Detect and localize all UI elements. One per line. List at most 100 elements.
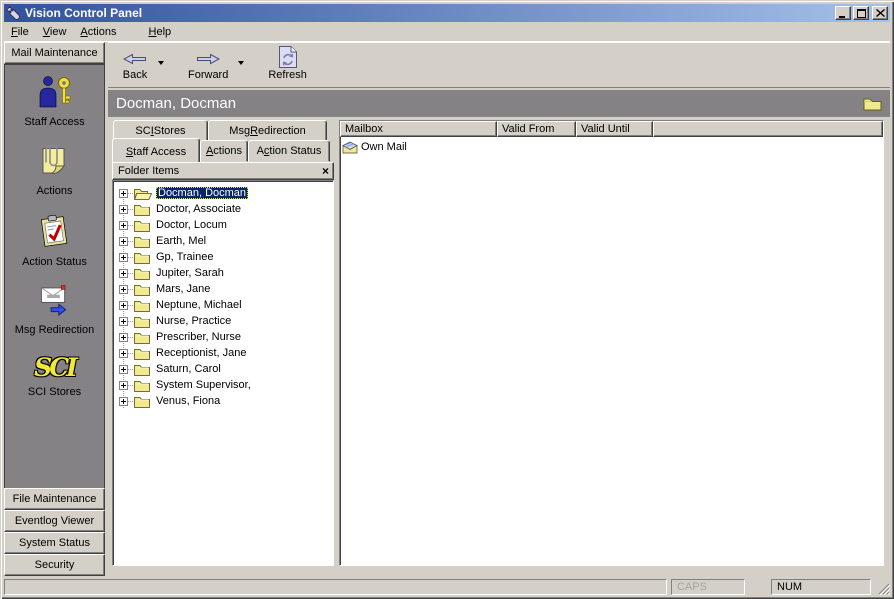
menu-item-actions[interactable]: Actions xyxy=(73,24,123,40)
eventlog-viewer-button[interactable]: Eventlog Viewer xyxy=(4,510,105,532)
tab-panel: SCI Stores Msg Redirection Staff Access … xyxy=(112,120,334,566)
toolbar: Back Forward xyxy=(108,42,890,88)
sidebar-item-label: Actions xyxy=(36,185,72,197)
minimize-button[interactable] xyxy=(835,6,851,20)
expand-icon[interactable] xyxy=(119,189,128,198)
titlebar[interactable]: Vision Control Panel xyxy=(4,4,890,22)
close-button[interactable] xyxy=(872,6,888,20)
tree-item-label: Saturn, Carol xyxy=(154,363,223,375)
tree-item-label: Doctor, Associate xyxy=(154,203,243,215)
menu-item-file[interactable]: File xyxy=(4,24,36,40)
tree-item-label: Earth, Mel xyxy=(154,235,208,247)
tree-connector xyxy=(128,193,133,194)
tree-item[interactable]: Earth, Mel xyxy=(113,233,333,249)
tree-item[interactable]: Neptune, Michael xyxy=(113,297,333,313)
list-cell-mailbox: Own Mail xyxy=(361,141,407,153)
sidebar-item-msg-redirection[interactable]: Msg Redirection xyxy=(15,285,94,336)
folder-icon xyxy=(134,347,150,360)
sidebar: Mail Maintenance Sta xyxy=(4,42,105,576)
page-title: Docman, Docman xyxy=(116,95,863,112)
tab-actions[interactable]: Actions xyxy=(200,140,248,162)
expand-icon[interactable] xyxy=(119,285,128,294)
folder-icon xyxy=(134,283,150,296)
back-icon xyxy=(122,49,148,69)
column-header-valid-from[interactable]: Valid From xyxy=(497,121,576,137)
sidebar-item-sci-stores[interactable]: SCI SCI Stores xyxy=(28,353,81,398)
sidebar-item-actions[interactable]: Actions xyxy=(36,145,72,197)
sidebar-item-staff-access[interactable]: Staff Access xyxy=(24,75,84,128)
msg-redirection-icon xyxy=(37,285,71,321)
folder-button[interactable] xyxy=(863,96,882,111)
menu-item-view[interactable]: View xyxy=(36,24,74,40)
list-row-own-mail[interactable]: Own Mail xyxy=(340,139,883,155)
expand-icon[interactable] xyxy=(119,253,128,262)
tree-item[interactable]: Saturn, Carol xyxy=(113,361,333,377)
expand-icon[interactable] xyxy=(119,269,128,278)
forward-button[interactable]: Forward xyxy=(182,47,234,83)
folder-icon xyxy=(134,299,150,312)
tree-item-label: Mars, Jane xyxy=(154,283,212,295)
tree-item[interactable]: Venus, Fiona xyxy=(113,393,333,409)
back-button[interactable]: Back xyxy=(116,47,154,83)
content-header: Docman, Docman xyxy=(108,90,890,117)
content: SCI Stores Msg Redirection Staff Access … xyxy=(108,117,890,576)
main-area: Back Forward xyxy=(108,42,890,576)
expand-icon[interactable] xyxy=(119,397,128,406)
wrench-icon xyxy=(6,6,21,21)
folder-icon xyxy=(134,395,150,408)
back-dropdown-icon[interactable] xyxy=(158,61,164,65)
tree-connector xyxy=(128,209,133,210)
tree-item-label: Neptune, Michael xyxy=(154,299,244,311)
resize-grip[interactable] xyxy=(875,579,890,595)
tree-item[interactable]: Doctor, Associate xyxy=(113,201,333,217)
expand-icon[interactable] xyxy=(119,205,128,214)
status-message-panel xyxy=(4,579,667,595)
num-indicator: NUM xyxy=(771,579,871,595)
tree-connector xyxy=(128,369,133,370)
tree-item[interactable]: Prescriber, Nurse xyxy=(113,329,333,345)
tab-staff-access[interactable]: Staff Access xyxy=(112,138,200,162)
expand-icon[interactable] xyxy=(119,349,128,358)
tree-item[interactable]: Nurse, Practice xyxy=(113,313,333,329)
expand-icon[interactable] xyxy=(119,381,128,390)
mailbox-list: Mailbox Valid From Valid Until xyxy=(339,120,884,566)
security-button[interactable]: Security xyxy=(4,554,105,576)
tree-item[interactable]: Receptionist, Jane xyxy=(113,345,333,361)
tree-item[interactable]: Doctor, Locum xyxy=(113,217,333,233)
mail-maintenance-button[interactable]: Mail Maintenance xyxy=(4,42,105,64)
staff-access-icon xyxy=(36,75,72,113)
tree-item-label: Prescriber, Nurse xyxy=(154,331,243,343)
sidebar-item-action-status[interactable]: Action Status xyxy=(22,214,87,268)
tree-item[interactable]: Jupiter, Sarah xyxy=(113,265,333,281)
sci-stores-icon: SCI xyxy=(34,353,75,383)
expand-icon[interactable] xyxy=(119,317,128,326)
menu-item-help[interactable]: Help xyxy=(142,24,179,40)
refresh-button[interactable]: Refresh xyxy=(262,47,313,83)
tree-connector xyxy=(128,401,133,402)
tab-action-status[interactable]: Action Status xyxy=(248,140,330,162)
expand-icon[interactable] xyxy=(119,365,128,374)
folder-icon xyxy=(134,267,150,280)
file-maintenance-button[interactable]: File Maintenance xyxy=(4,488,105,510)
column-header-valid-until[interactable]: Valid Until xyxy=(576,121,653,137)
system-status-button[interactable]: System Status xyxy=(4,532,105,554)
expand-icon[interactable] xyxy=(119,221,128,230)
tree-connector xyxy=(128,305,133,306)
tab-row-front: Staff Access Actions Action Status xyxy=(112,140,334,162)
expand-icon[interactable] xyxy=(119,333,128,342)
tree-item-label: Jupiter, Sarah xyxy=(154,267,226,279)
tree-item[interactable]: Gp, Trainee xyxy=(113,249,333,265)
own-mail-icon xyxy=(342,141,358,154)
column-header-mailbox[interactable]: Mailbox xyxy=(340,121,497,137)
forward-dropdown-icon[interactable] xyxy=(238,61,244,65)
expand-icon[interactable] xyxy=(119,301,128,310)
tree-item[interactable]: Docman, Docman xyxy=(113,185,333,201)
maximize-button[interactable] xyxy=(853,6,869,20)
close-icon[interactable]: × xyxy=(322,166,329,176)
tab-msg-redirection[interactable]: Msg Redirection xyxy=(208,120,327,141)
expand-icon[interactable] xyxy=(119,237,128,246)
tree-item[interactable]: Mars, Jane xyxy=(113,281,333,297)
tree-connector xyxy=(128,225,133,226)
folder-tree-rows: Docman, Docman Doctor, Associate xyxy=(113,181,333,409)
tree-item[interactable]: System Supervisor, xyxy=(113,377,333,393)
